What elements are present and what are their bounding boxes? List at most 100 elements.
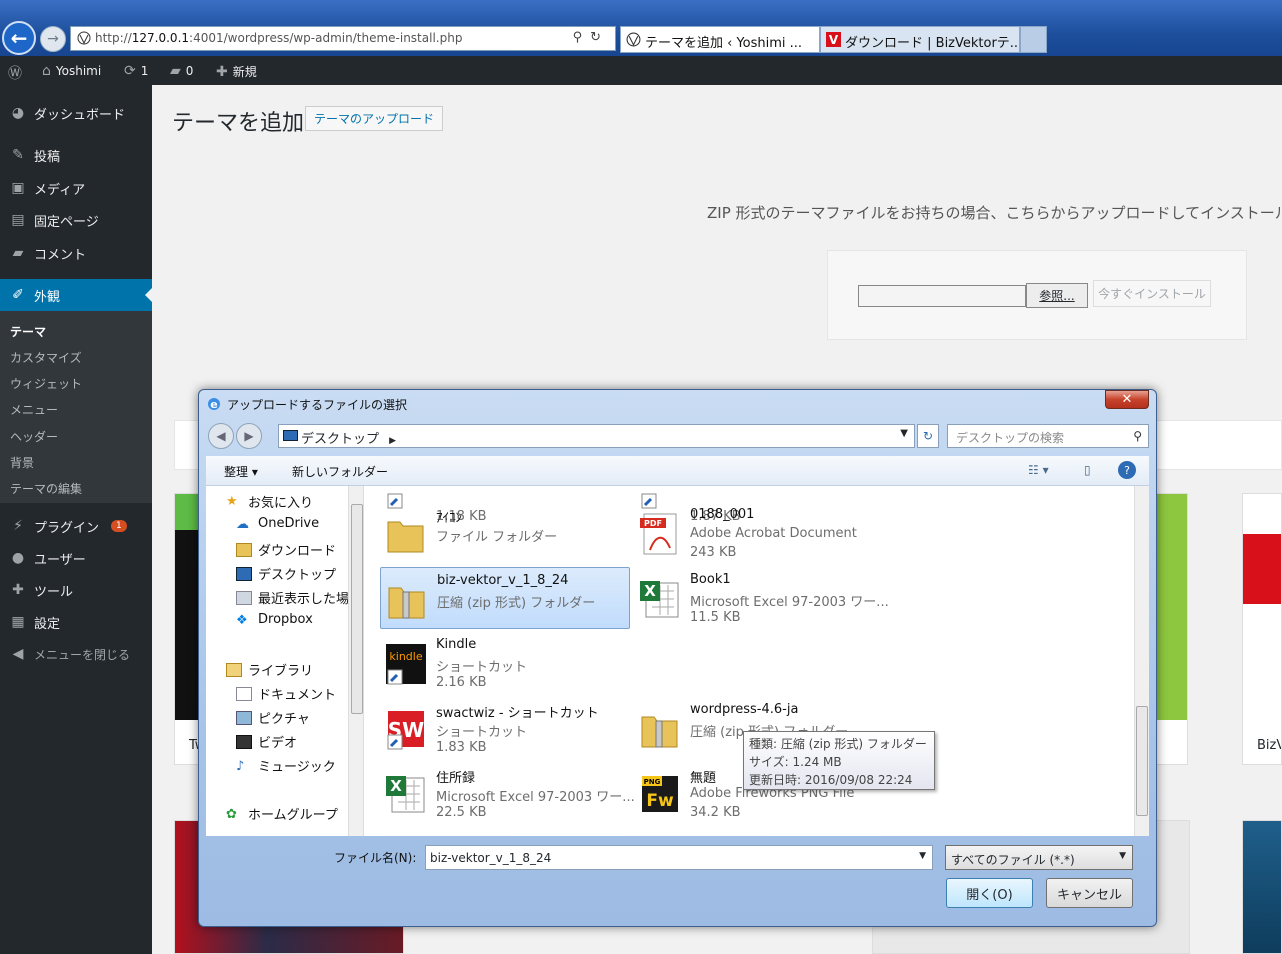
- dashboard-icon: ◕: [11, 105, 25, 121]
- theme-card[interactable]: BizV: [1242, 493, 1282, 765]
- wp-logo[interactable]: Ⓦ: [8, 63, 22, 83]
- file-item[interactable]: X Book1 Microsoft Excel 97-2003 ワー... 11…: [634, 567, 889, 629]
- sidebar-item-posts[interactable]: ✎ 投稿: [0, 139, 152, 171]
- theme-screenshot: [175, 530, 199, 720]
- file-list-scroll-thumb[interactable]: [1136, 706, 1148, 816]
- library-icon: [226, 662, 242, 677]
- browser-toolbar: ← → http://127.0.0.1:4001/wordpress/wp-a…: [0, 0, 1282, 56]
- file-item[interactable]: X 住所録 Microsoft Excel 97-2003 ワー... 22.5…: [380, 762, 635, 824]
- file-list-scrollbar[interactable]: [1134, 486, 1149, 836]
- sidebar-collapse[interactable]: ◀ メニューを閉じる: [0, 638, 152, 670]
- file-name: Book1: [690, 572, 731, 587]
- file-item-selected[interactable]: biz-vektor_v_1_8_24 圧縮 (zip 形式) フォルダー: [380, 567, 630, 629]
- site-name-link[interactable]: ⌂ Yoshimi: [42, 63, 101, 79]
- sidebar-item-pages[interactable]: ▤ 固定ページ: [0, 204, 152, 236]
- submenu-theme-editor[interactable]: テーマの編集: [10, 480, 82, 497]
- organize-button[interactable]: 整理 ▾: [224, 463, 258, 480]
- nav-libraries[interactable]: ライブラリ: [226, 660, 313, 679]
- sidebar-item-label: メニューを閉じる: [34, 647, 131, 662]
- nav-pictures[interactable]: ピクチャ: [236, 708, 310, 727]
- search-input[interactable]: デスクトップの検索 ⚲: [947, 424, 1149, 448]
- tab-download[interactable]: V ダウンロード | BizVektorテ...: [820, 26, 1020, 53]
- nav-documents[interactable]: ドキュメント: [236, 684, 336, 703]
- address-bar[interactable]: http://127.0.0.1:4001/wordpress/wp-admin…: [70, 26, 616, 51]
- filename-input[interactable]: biz-vektor_v_1_8_24 ▼: [425, 845, 933, 870]
- nav-videos[interactable]: ビデオ: [236, 732, 297, 751]
- address-actions[interactable]: ⚲↻: [573, 30, 609, 45]
- file-item[interactable]: SW swactwiz - ショートカット ショートカット 1.83 KB: [380, 697, 630, 759]
- theme-card[interactable]: [1242, 820, 1282, 954]
- submenu-background[interactable]: 背景: [10, 454, 34, 471]
- submenu-themes[interactable]: テーマ: [10, 323, 46, 340]
- new-tab-button[interactable]: [1020, 26, 1047, 53]
- nav-dropbox[interactable]: ❖ Dropbox: [236, 612, 313, 628]
- install-now-button[interactable]: 今すぐインストール: [1093, 280, 1211, 307]
- nav-desktop[interactable]: デスクトップ: [236, 564, 336, 583]
- chevron-right-icon: ▶: [389, 436, 397, 446]
- nav-scrollbar[interactable]: [348, 486, 363, 836]
- submenu-menus[interactable]: メニュー: [10, 401, 58, 418]
- tab-add-theme[interactable]: テーマを追加 ‹ Yoshimi ...: [620, 26, 820, 53]
- upload-theme-button[interactable]: テーマのアップロード: [305, 106, 444, 131]
- new-content-link[interactable]: ✚ 新規: [216, 63, 257, 80]
- sidebar-item-tools[interactable]: ✚ ツール: [0, 574, 152, 606]
- excel-icon: X: [640, 581, 679, 618]
- refresh-icon[interactable]: ↻: [590, 30, 609, 45]
- nav-favorites[interactable]: ★ お気に入り: [226, 492, 313, 511]
- file-name: 住所録: [436, 771, 476, 786]
- theme-screenshot: [1243, 821, 1281, 953]
- path-breadcrumb[interactable]: デスクトップ ▶ ▼: [278, 424, 915, 448]
- sidebar-item-plugins[interactable]: ⚡ プラグイン 1: [0, 510, 152, 542]
- nav-homegroup[interactable]: ✿ ホームグループ: [226, 804, 338, 824]
- sidebar-item-comments[interactable]: ▰ コメント: [0, 237, 152, 269]
- nav-label: 最近表示した場所: [258, 592, 363, 607]
- search-icon[interactable]: ⚲: [573, 30, 591, 45]
- wrench-icon: ✚: [12, 582, 24, 598]
- sidebar-item-settings[interactable]: ▦ 設定: [0, 606, 152, 638]
- dialog-back-button[interactable]: ◀: [208, 423, 234, 449]
- file-name: wordpress-4.6-ja: [690, 702, 799, 717]
- nav-scroll-thumb[interactable]: [351, 504, 363, 714]
- help-icon[interactable]: ?: [1118, 461, 1136, 479]
- sidebar-item-dashboard[interactable]: ◕ ダッシュボード: [0, 97, 152, 129]
- tab-label: テーマを追加 ‹ Yoshimi ...: [645, 36, 803, 51]
- submenu-header[interactable]: ヘッダー: [10, 428, 58, 445]
- cancel-button[interactable]: キャンセル: [1046, 878, 1133, 908]
- refresh-button[interactable]: ↻: [917, 424, 939, 448]
- media-icon: ▣: [11, 180, 25, 196]
- comments-count: 0: [185, 64, 194, 78]
- back-button[interactable]: ←: [2, 21, 36, 55]
- sidebar-item-label: ユーザー: [34, 552, 86, 568]
- nav-music[interactable]: ♪ ミュージック: [236, 756, 336, 776]
- nav-downloads[interactable]: ダウンロード: [236, 540, 336, 559]
- submenu-customize[interactable]: カスタマイズ: [10, 349, 82, 366]
- sidebar-item-appearance[interactable]: ✐ 外観: [0, 279, 152, 311]
- nav-recent[interactable]: 最近表示した場所: [236, 588, 362, 607]
- updates-link[interactable]: ⟳ 1: [124, 63, 148, 79]
- new-folder-button[interactable]: 新しいフォルダー: [292, 463, 388, 480]
- chevron-down-icon[interactable]: ▼: [919, 851, 926, 861]
- file-item[interactable]: PDF 0188_001 Adobe Acrobat Document 243 …: [634, 502, 884, 564]
- chevron-down-icon: ▼: [1119, 851, 1126, 861]
- dialog-forward-button[interactable]: ▶: [236, 423, 262, 449]
- file-path-input[interactable]: [858, 285, 1026, 307]
- browse-button[interactable]: 参照...: [1026, 283, 1088, 308]
- nav-onedrive[interactable]: ☁ OneDrive: [236, 516, 319, 532]
- file-type-select[interactable]: すべてのファイル (*.*) ▼: [945, 845, 1133, 870]
- sidebar-item-users[interactable]: ● ユーザー: [0, 542, 152, 574]
- sidebar-item-media[interactable]: ▣ メディア: [0, 172, 152, 204]
- svg-text:e: e: [210, 398, 217, 411]
- submenu-widgets[interactable]: ウィジェット: [10, 375, 82, 392]
- sidebar-item-label: ツール: [34, 584, 74, 600]
- view-options-icon[interactable]: ☷ ▾: [1028, 463, 1049, 477]
- comments-link[interactable]: ▰ 0: [170, 63, 193, 79]
- file-item[interactable]: kindle Kindle ショートカット 2.16 KB: [380, 632, 630, 694]
- file-size: 11.5 KB: [690, 610, 741, 625]
- file-item[interactable]: ｱｲｺﾝ ファイル フォルダー: [380, 502, 630, 564]
- preview-pane-icon[interactable]: ▯: [1084, 463, 1091, 477]
- close-button[interactable]: ✕: [1105, 390, 1149, 409]
- open-button[interactable]: 開く(O): [946, 878, 1033, 908]
- forward-button[interactable]: →: [40, 26, 66, 52]
- chevron-down-icon[interactable]: ▼: [900, 428, 908, 439]
- sidebar-item-label: プラグイン: [34, 520, 100, 536]
